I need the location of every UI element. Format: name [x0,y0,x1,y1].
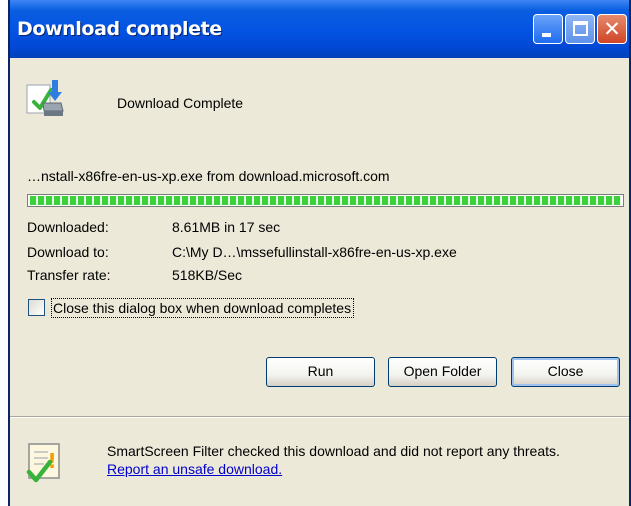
maximize-button[interactable] [565,14,595,44]
download-progress-bar [27,194,624,207]
open-folder-button[interactable]: Open Folder [388,357,497,387]
download-to-value: C:\My D…\mssefullinstall-x86fre-en-us-xp… [172,244,457,260]
maximize-icon [573,21,588,36]
minimize-button[interactable] [533,14,563,44]
downloaded-label: Downloaded: [27,219,109,235]
report-unsafe-download-link[interactable]: Report an unsafe download. [107,461,282,477]
title-bar[interactable]: Download complete ✕ [10,0,629,58]
minimize-icon [542,33,551,37]
download-complete-heading: Download Complete [117,95,244,111]
close-icon: ✕ [603,17,621,41]
download-dialog: Download complete ✕ Download Complete …n… [8,0,631,506]
file-source-text: …nstall-x86fre-en-us-xp.exe from downloa… [27,168,390,184]
run-button[interactable]: Run [266,357,375,387]
download-complete-icon [26,80,64,116]
transfer-rate-value: 518KB/Sec [172,267,243,283]
download-to-label: Download to: [27,244,109,260]
close-when-complete-checkbox[interactable] [28,299,45,316]
smartscreen-shield-icon: ! [26,443,60,483]
smartscreen-text: SmartScreen Filter checked this download… [107,443,560,459]
smartscreen-message: SmartScreen Filter checked this download… [107,442,587,478]
downloaded-value: 8.61MB in 17 sec [172,219,281,235]
window-title: Download complete [17,18,222,40]
progress-fill [30,196,621,205]
close-button[interactable]: Close [511,357,620,387]
close-window-button[interactable]: ✕ [597,14,627,44]
transfer-rate-label: Transfer rate: [27,267,111,283]
separator [10,416,629,418]
close-when-complete-label[interactable]: Close this dialog box when download comp… [51,298,355,318]
